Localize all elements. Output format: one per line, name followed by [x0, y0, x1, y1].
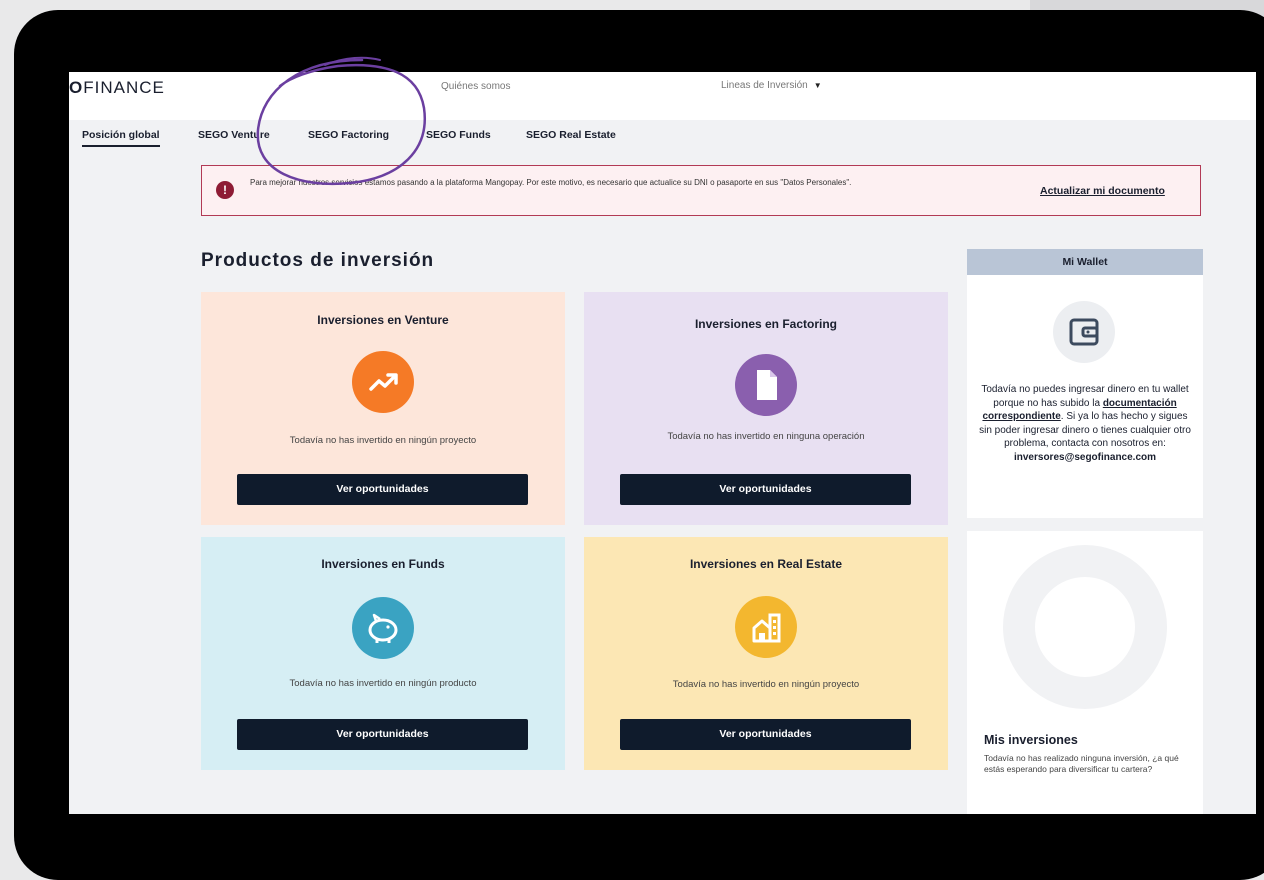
top-navbar: OFINANCE Quiénes somos Lineas de Inversi…	[69, 72, 1256, 120]
tab-sego-funds[interactable]: SEGO Funds	[426, 129, 491, 141]
alert-icon: !	[216, 181, 234, 199]
wallet-panel: Mi Wallet Todavía no puedes ingresar din…	[967, 249, 1203, 518]
ver-oportunidades-button[interactable]: Ver oportunidades	[237, 719, 528, 750]
card-title: Inversiones en Venture	[317, 313, 449, 327]
card-funds: Inversiones en Funds Todavía no has inve…	[201, 537, 565, 770]
update-document-link[interactable]: Actualizar mi documento	[1040, 185, 1165, 197]
tab-sego-venture[interactable]: SEGO Venture	[198, 129, 270, 141]
ver-oportunidades-button[interactable]: Ver oportunidades	[620, 719, 911, 750]
wallet-icon	[1053, 301, 1115, 363]
piggy-bank-icon	[352, 597, 414, 659]
mis-inversiones-title: Mis inversiones	[984, 733, 1078, 747]
tab-posicion-global[interactable]: Posición global	[82, 129, 160, 147]
nav-lineas-label: Lineas de Inversión	[721, 80, 808, 91]
alert-message: Para mejorar nuestros servicios estamos …	[250, 178, 852, 187]
logo-text: FINANCE	[83, 78, 165, 97]
caret-down-icon: ▼	[813, 81, 822, 90]
alert-banner: ! Para mejorar nuestros servicios estamo…	[201, 165, 1201, 216]
card-title: Inversiones en Real Estate	[689, 557, 843, 571]
document-icon	[735, 354, 797, 416]
card-description: Todavía no has invertido en ninguna oper…	[667, 431, 865, 442]
tablet-frame: OFINANCE Quiénes somos Lineas de Inversi…	[14, 10, 1264, 880]
card-factoring: Inversiones en Factoring Todavía no has …	[584, 292, 948, 525]
mis-inversiones-text: Todavía no has realizado ninguna inversi…	[984, 753, 1179, 774]
tab-sego-real-estate[interactable]: SEGO Real Estate	[526, 129, 616, 141]
nav-quienes-somos[interactable]: Quiénes somos	[441, 81, 510, 92]
tab-sego-factoring[interactable]: SEGO Factoring	[308, 129, 389, 141]
mis-inversiones-panel: Mis inversiones Todavía no has realizado…	[967, 531, 1203, 814]
nav-lineas-inversion[interactable]: Lineas de Inversión ▼	[721, 80, 822, 91]
building-icon	[735, 596, 797, 658]
wallet-email[interactable]: inversores@segofinance.com	[1014, 452, 1156, 463]
wallet-title: Mi Wallet	[967, 249, 1203, 275]
card-real-estate: Inversiones en Real Estate Todavía no ha…	[584, 537, 948, 770]
card-description: Todavía no has invertido en ningún proye…	[289, 435, 477, 446]
card-title: Inversiones en Funds	[321, 557, 445, 571]
card-venture: Inversiones en Venture Todavía no has in…	[201, 292, 565, 525]
card-description: Todavía no has invertido en ningún proye…	[672, 679, 860, 690]
wallet-message: Todavía no puedes ingresar dinero en tu …	[977, 383, 1193, 464]
trend-up-icon	[352, 351, 414, 413]
logo[interactable]: OFINANCE	[69, 78, 165, 98]
card-description: Todavía no has invertido en ningún produ…	[289, 678, 477, 689]
empty-donut-chart	[1003, 545, 1167, 709]
ver-oportunidades-button[interactable]: Ver oportunidades	[620, 474, 911, 505]
products-title: Productos de inversión	[201, 250, 435, 271]
card-title: Inversiones en Factoring	[694, 317, 838, 331]
app-screen: OFINANCE Quiénes somos Lineas de Inversi…	[69, 72, 1256, 814]
ver-oportunidades-button[interactable]: Ver oportunidades	[237, 474, 528, 505]
